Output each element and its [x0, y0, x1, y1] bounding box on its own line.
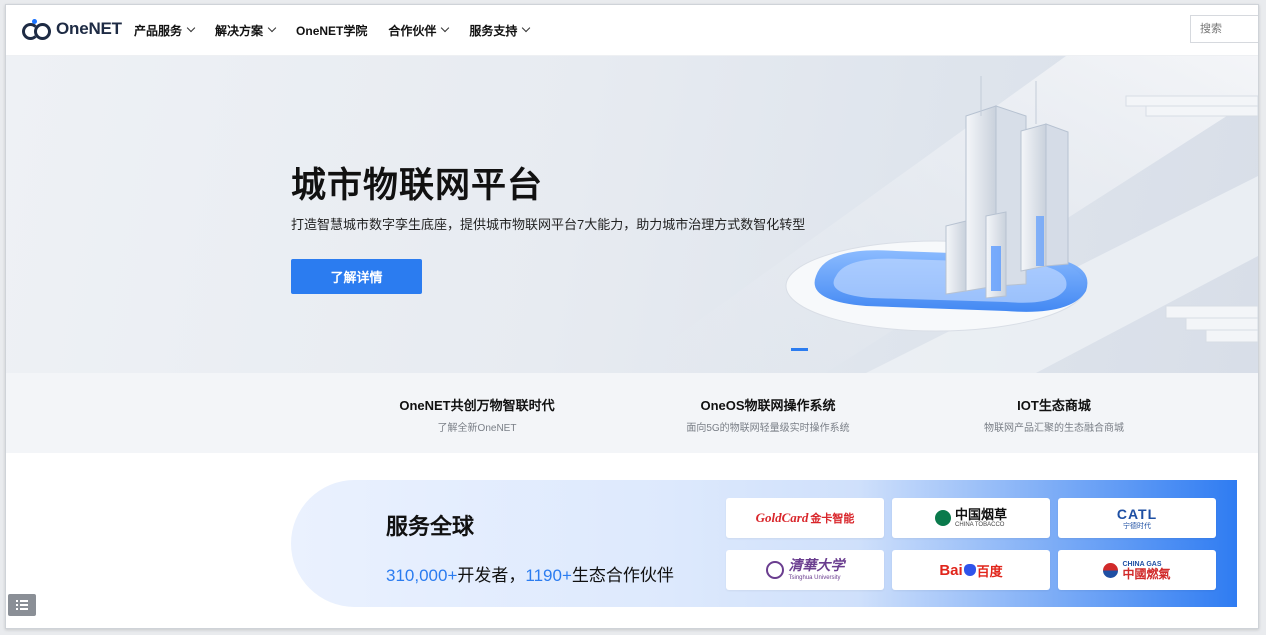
global-service-banner: 服务全球 310,000+开发者，1190+生态合作伙伴 GoldCard 金卡智…: [291, 480, 1237, 607]
feature-oneos[interactable]: OneOS物联网操作系统 面向5G的物联网轻量级实时操作系统: [638, 395, 898, 434]
chevron-down-icon: [267, 23, 277, 33]
feature-strip: OneNET共创万物智联时代 了解全新OneNET OneOS物联网操作系统 面…: [6, 373, 1258, 453]
banner-stats: 310,000+开发者，1190+生态合作伙伴: [386, 561, 674, 586]
hero-subtitle: 打造智慧城市数字孪生底座，提供城市物联网平台7大能力，助力城市治理方式数智化转型: [291, 217, 806, 232]
nav-item-label: 服务支持: [469, 23, 518, 38]
partner-logo-goldcard[interactable]: GoldCard 金卡智能: [726, 498, 884, 538]
feature-desc: 了解全新OneNET: [437, 423, 517, 434]
top-navbar: OneNET 产品服务 解决方案 OneNET学院 合作伙伴 服务支持: [6, 5, 1258, 56]
partner-logo-baidu[interactable]: Bai 百度: [892, 550, 1050, 590]
hero-title: 城市物联网平台: [291, 166, 544, 205]
tsinghua-seal-icon: [765, 561, 784, 579]
tsinghua-logo-cn: 清華大学: [788, 558, 845, 574]
tobacco-logo-cn: 中国烟草: [954, 507, 1007, 522]
feature-desc: 物联网产品汇聚的生态融合商城: [984, 423, 1124, 434]
tobacco-leaf-icon: [934, 510, 951, 526]
main-nav: 产品服务 解决方案 OneNET学院 合作伙伴 服务支持: [134, 5, 550, 55]
baidu-logo-text: Bai: [939, 561, 963, 579]
catl-logo-cn: 宁德时代: [1123, 522, 1151, 530]
partner-logo-catl[interactable]: CATL 宁德时代: [1058, 498, 1216, 538]
feature-title: IOT生态商城: [1017, 398, 1091, 413]
nav-item-solutions[interactable]: 解决方案: [215, 22, 277, 39]
nav-item-label: OneNET学院: [296, 23, 368, 38]
partner-logos: GoldCard 金卡智能 中国烟草 CHINA TOBACCO CATL 宁德时…: [726, 498, 1216, 590]
goldcard-logo-cn: 金卡智能: [810, 513, 855, 525]
learn-more-button[interactable]: 了解详情: [291, 259, 422, 294]
list-menu-button[interactable]: [8, 594, 36, 616]
catl-logo-text: CATL: [1116, 505, 1158, 522]
nav-item-label: 产品服务: [134, 23, 183, 38]
feature-title: OneOS物联网操作系统: [700, 398, 836, 413]
onenet-logo[interactable]: OneNET: [22, 19, 122, 40]
feature-desc: 面向5G的物联网轻量级实时操作系统: [686, 423, 850, 434]
feature-title: OneNET共创万物智联时代: [399, 398, 555, 413]
logo-text: OneNET: [56, 19, 122, 38]
partner-logo-china-tobacco[interactable]: 中国烟草 CHINA TOBACCO: [892, 498, 1050, 538]
onenet-logo-icon: [22, 19, 52, 40]
partner-logo-tsinghua[interactable]: 清華大学 Tsinghua University: [726, 550, 884, 590]
goldcard-logo-text: GoldCard: [755, 510, 809, 525]
nav-item-academy[interactable]: OneNET学院: [296, 22, 367, 39]
list-icon: [16, 600, 28, 610]
baidu-logo-cn: 百度: [976, 563, 1003, 579]
tsinghua-logo-en: Tsinghua University: [788, 574, 841, 581]
partners-label: 生态合作伙伴: [571, 566, 674, 585]
nav-item-label: 解决方案: [215, 23, 264, 38]
developers-count: 310,000+: [386, 566, 458, 585]
search-input[interactable]: [1190, 15, 1258, 43]
browser-frame: OneNET 产品服务 解决方案 OneNET学院 合作伙伴 服务支持 搜索 城…: [5, 4, 1259, 629]
feature-iot-mall[interactable]: IOT生态商城 物联网产品汇聚的生态融合商城: [924, 395, 1184, 434]
feature-onenet[interactable]: OneNET共创万物智联时代 了解全新OneNET: [347, 395, 607, 434]
banner-title: 服务全球: [386, 514, 475, 539]
developers-label: 开发者，: [457, 566, 526, 585]
chevron-down-icon: [441, 23, 450, 33]
carousel-indicator-active[interactable]: [791, 348, 808, 351]
nav-item-partners[interactable]: 合作伙伴: [388, 22, 450, 39]
hero-banner: 城市物联网平台 打造智慧城市数字孪生底座，提供城市物联网平台7大能力，助力城市治…: [6, 56, 1258, 373]
china-gas-icon: [1103, 562, 1119, 578]
partner-logo-china-gas[interactable]: CHINA GAS 中國燃氣: [1058, 550, 1216, 590]
chevron-down-icon: [186, 23, 196, 33]
china-gas-logo-cn: 中國燃氣: [1122, 566, 1171, 581]
nav-item-support[interactable]: 服务支持: [469, 22, 531, 39]
nav-item-label: 合作伙伴: [388, 23, 437, 38]
chevron-down-icon: [522, 23, 531, 33]
baidu-paw-icon: [963, 564, 976, 576]
nav-item-products[interactable]: 产品服务: [134, 22, 196, 39]
partners-count: 1190+: [525, 566, 572, 585]
tobacco-logo-en: CHINA TOBACCO: [954, 522, 1005, 528]
